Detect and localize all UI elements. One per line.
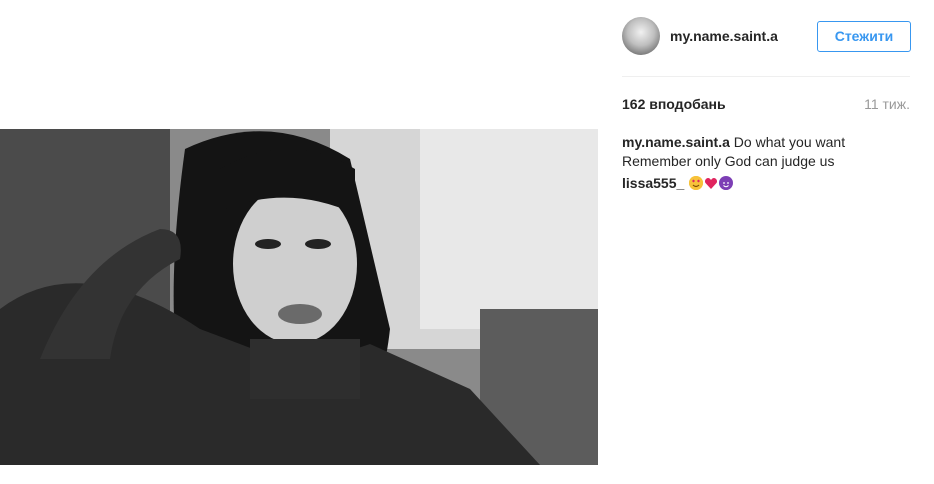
post-media-area	[0, 0, 598, 484]
post-photo[interactable]	[0, 129, 598, 465]
photo-illustration	[0, 129, 598, 465]
comment-item: lissa555_	[622, 174, 910, 193]
heart-eyes-emoji-icon	[689, 176, 704, 190]
post-header: my.name.saint.a Стежити	[622, 17, 911, 77]
comment-username[interactable]: lissa555_	[622, 175, 684, 191]
post-sidebar: my.name.saint.a Стежити 162 вподобань 11…	[598, 0, 934, 484]
comments-list: my.name.saint.a Do what you want Remembe…	[622, 133, 910, 196]
avatar[interactable]	[622, 17, 660, 55]
caption-username[interactable]: my.name.saint.a	[622, 134, 730, 150]
smiling-devil-emoji-icon	[719, 176, 734, 190]
post-time[interactable]: 11 тиж.	[864, 96, 910, 112]
post-stats: 162 вподобань 11 тиж.	[622, 96, 910, 116]
likes-count[interactable]: 162 вподобань	[622, 96, 726, 112]
follow-button[interactable]: Стежити	[817, 21, 911, 52]
caption: my.name.saint.a Do what you want Remembe…	[622, 133, 910, 171]
author-username[interactable]: my.name.saint.a	[670, 28, 778, 44]
red-heart-emoji-icon	[704, 176, 718, 190]
